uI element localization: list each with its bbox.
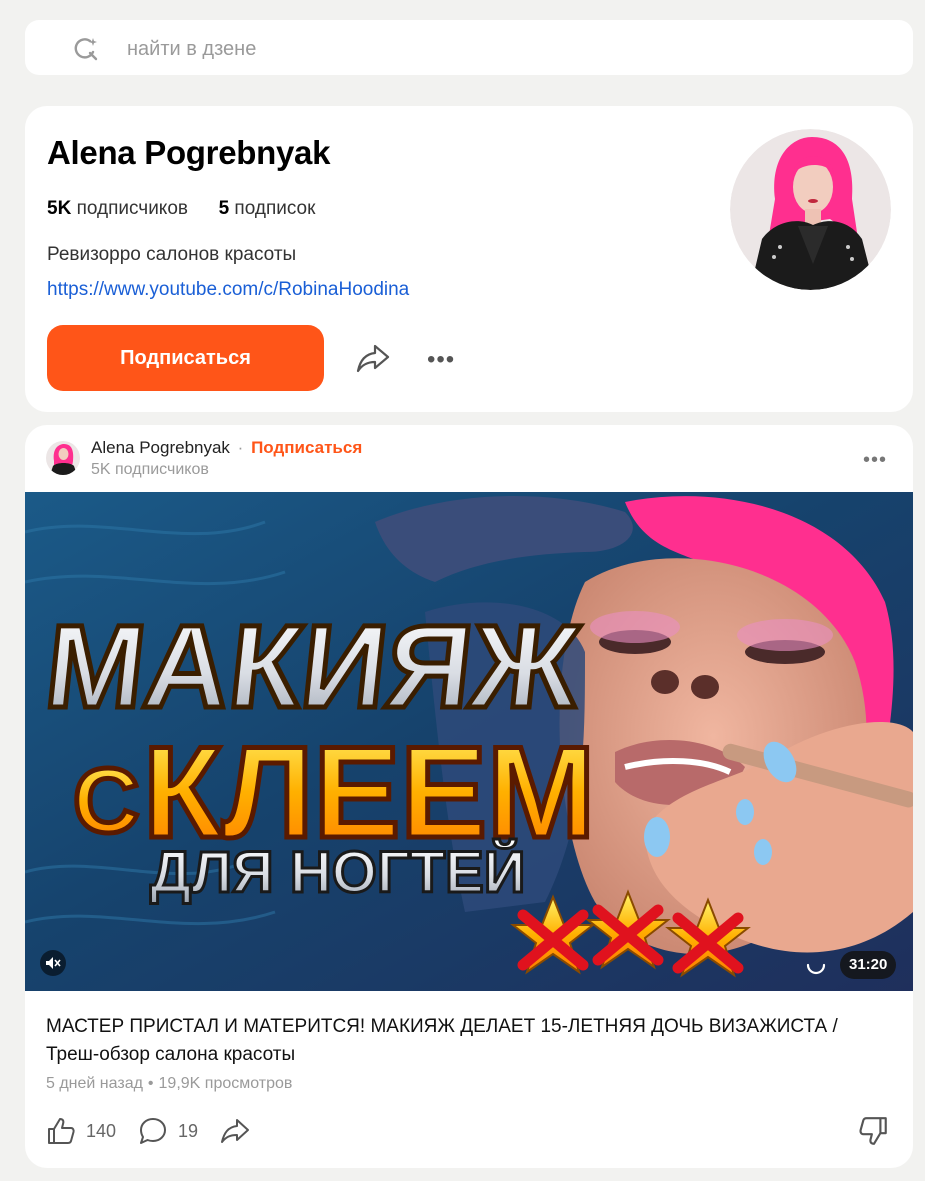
subscriptions-label[interactable]: подписок: [234, 198, 315, 219]
thumbs-up-icon: [48, 1118, 75, 1144]
channel-description: Ревизорро салонов красоты: [47, 244, 297, 265]
mute-icon[interactable]: [40, 950, 66, 976]
post-views: 19,9K просмотров: [158, 1075, 293, 1092]
channel-avatar: [730, 129, 891, 290]
post-author-line: Alena Pogrebnyak · Подписаться: [91, 438, 363, 457]
comments-button[interactable]: 19: [138, 1116, 198, 1146]
search-bar[interactable]: найти в дзене: [25, 20, 913, 75]
channel-name: Alena Pogrebnyak: [47, 134, 331, 171]
like-button[interactable]: 140: [46, 1116, 116, 1146]
search-input[interactable]: найти в дзене: [127, 38, 256, 61]
thumbnail-text-line1: МАКИЯЖ: [40, 601, 587, 733]
comment-count: 19: [178, 1120, 199, 1141]
profile-card: Alena Pogrebnyak 5K подписчиков 5 подпис…: [25, 106, 913, 412]
video-duration: 31:20: [840, 951, 897, 979]
loading-spinner-icon: [806, 963, 826, 975]
subscribers-count: 5K: [47, 198, 72, 219]
post-card: Alena Pogrebnyak · Подписаться 5K подпис…: [25, 425, 913, 1168]
more-options-icon[interactable]: •••: [427, 346, 455, 374]
post-author-subscribers: 5K подписчиков: [91, 461, 209, 478]
comment-icon: [140, 1118, 167, 1144]
channel-link[interactable]: https://www.youtube.com/c/RobinaHoodina: [47, 279, 409, 301]
subscriptions-count: 5: [218, 198, 230, 219]
channel-stats: 5K подписчиков 5 подписок: [47, 198, 315, 220]
post-title[interactable]: МАСТЕР ПРИСТАЛ И МАТЕРИТСЯ! МАКИЯЖ ДЕЛАЕ…: [46, 1013, 876, 1069]
like-count: 140: [86, 1120, 117, 1141]
dislike-icon[interactable]: [858, 1115, 890, 1147]
post-more-icon[interactable]: •••: [863, 449, 887, 472]
follow-link[interactable]: Подписаться: [251, 438, 362, 457]
subscribers-label: подписчиков: [76, 198, 188, 219]
post-age: 5 дней назад: [46, 1075, 143, 1092]
share-icon: [221, 1119, 250, 1143]
subscribe-button[interactable]: Подписаться: [47, 325, 324, 391]
thumbnail-text-line3: ДЛЯ НОГТЕЙ: [150, 840, 526, 905]
share-button[interactable]: [220, 1116, 250, 1146]
post-author-name[interactable]: Alena Pogrebnyak: [91, 438, 230, 457]
video-thumbnail[interactable]: МАКИЯЖ С КЛЕЕМ ДЛЯ НОГТЕЙ: [25, 492, 913, 991]
search-sparkle-icon: [74, 38, 98, 61]
author-avatar[interactable]: [46, 441, 80, 475]
share-icon[interactable]: [355, 340, 391, 376]
post-actions: 140 19: [46, 1115, 272, 1147]
post-meta: 5 дней назад • 19,9K просмотров: [46, 1075, 293, 1092]
thumbnail-text-line2a: С: [73, 750, 139, 852]
